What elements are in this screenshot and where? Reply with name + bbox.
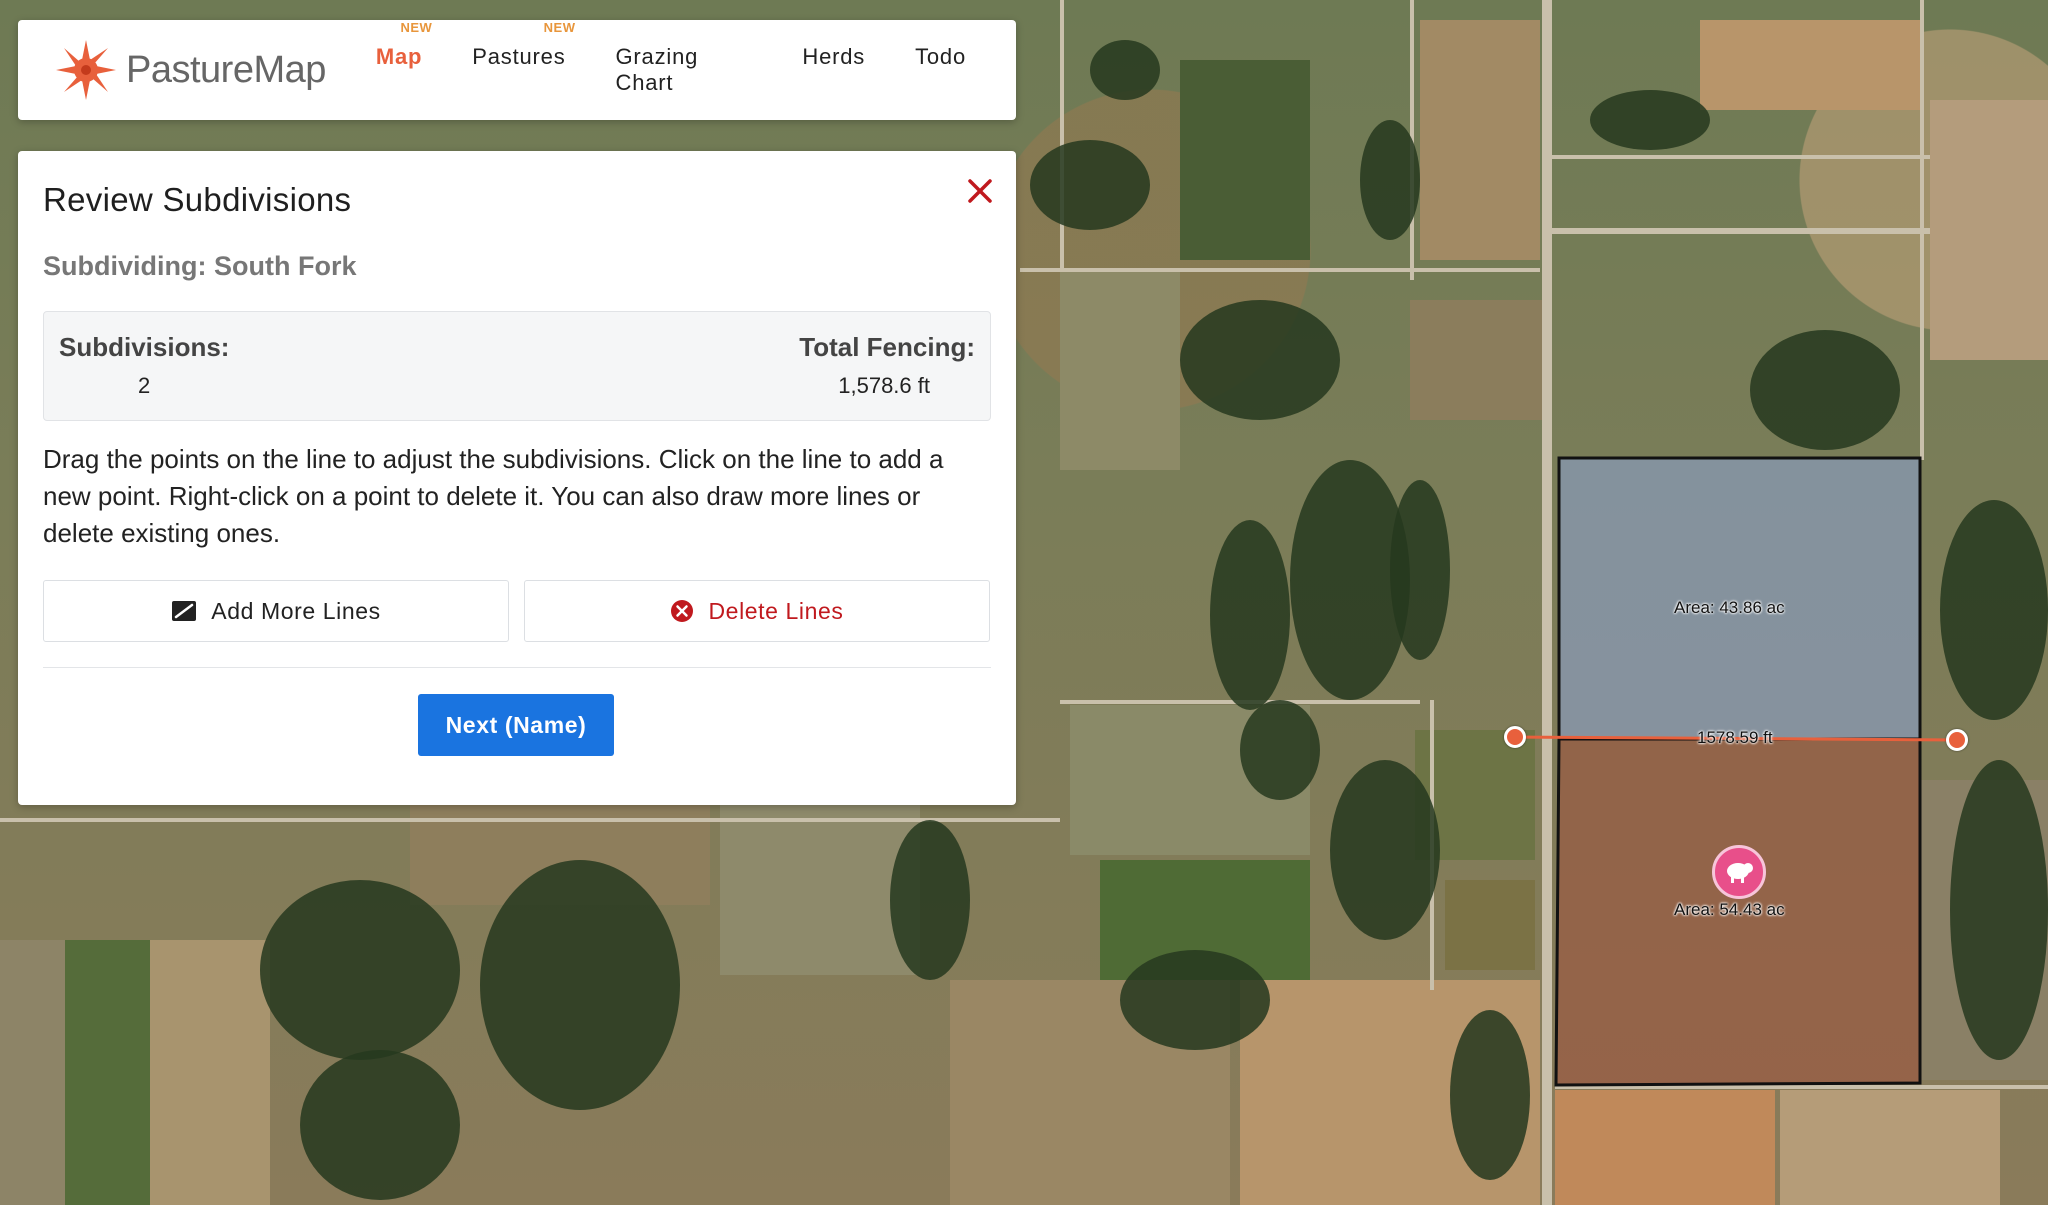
next-name-button[interactable]: Next (Name) — [418, 694, 614, 756]
logo-wordmark: PastureMap — [126, 48, 326, 91]
line-start-point[interactable] — [1504, 726, 1526, 748]
line-length-label: 1578.59 ft — [1697, 728, 1773, 747]
nav-item-herds[interactable]: Herds — [802, 44, 865, 96]
delete-lines-button[interactable]: Delete Lines — [524, 580, 990, 642]
add-more-lines-button[interactable]: Add More Lines — [43, 580, 509, 642]
sheep-icon — [1727, 863, 1753, 883]
nav-item-grazing-chart[interactable]: Grazing Chart — [616, 44, 753, 96]
draw-line-icon — [171, 600, 197, 622]
nav-item-todo[interactable]: Todo — [915, 44, 966, 96]
lower-area-label: Area: 54.43 ac — [1674, 900, 1785, 919]
nav-item-label: Grazing Chart — [615, 44, 699, 95]
close-button[interactable] — [964, 175, 996, 207]
total-fencing-label: Total Fencing: — [799, 332, 975, 362]
nav-item-label: Map — [375, 44, 423, 69]
divider — [43, 667, 991, 668]
new-badge: NEW — [543, 20, 576, 35]
nav-menu: NEW Map NEW Pastures Grazing Chart Herds… — [375, 20, 1016, 96]
herd-marker[interactable] — [1712, 845, 1766, 899]
new-badge: NEW — [400, 20, 433, 35]
total-fencing-value: 1,578.6 ft — [838, 373, 930, 398]
nav-item-label: Herds — [802, 44, 866, 69]
review-subdivisions-panel: Review Subdivisions Subdividing: South F… — [18, 151, 1016, 805]
nav-item-map[interactable]: NEW Map — [375, 20, 432, 96]
nav-item-label: Todo — [915, 44, 966, 69]
top-navigation-bar: PastureMap NEW Map NEW Pastures Grazing … — [18, 20, 1016, 120]
pasturemap-logo[interactable]: PastureMap — [54, 38, 326, 102]
nav-item-label: Pastures — [472, 44, 566, 69]
panel-title: Review Subdivisions — [43, 181, 352, 218]
add-more-lines-label: Add More Lines — [211, 597, 381, 624]
subdivisions-count-label: Subdivisions: — [59, 332, 230, 362]
nav-item-pastures[interactable]: NEW Pastures — [472, 20, 575, 96]
subdivision-stats-box: Subdivisions: 2 Total Fencing: 1,578.6 f… — [43, 311, 991, 421]
subdivisions-count-value: 2 — [138, 373, 151, 398]
delete-circle-icon — [670, 599, 694, 623]
close-icon — [968, 179, 992, 203]
delete-lines-label: Delete Lines — [708, 597, 844, 624]
sun-logo-icon — [56, 40, 116, 100]
subdividing-pasture-name: Subdividing: South Fork — [43, 251, 357, 281]
instructions-text: Drag the points on the line to adjust th… — [43, 444, 944, 548]
upper-area-label: Area: 43.86 ac — [1674, 598, 1785, 617]
line-end-point[interactable] — [1946, 729, 1968, 751]
